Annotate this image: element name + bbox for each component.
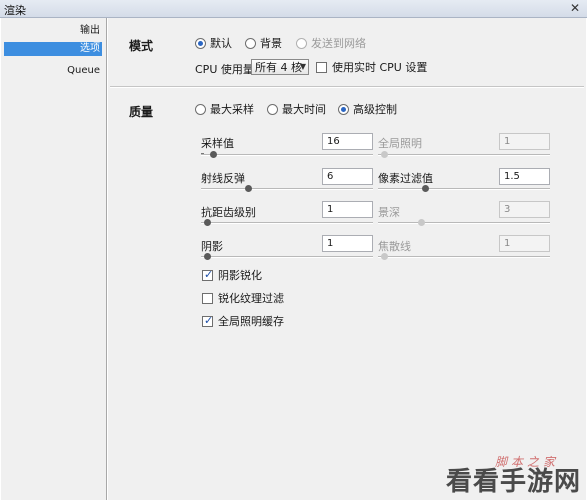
samples-label: 采样值 — [201, 137, 234, 150]
pixel-filter-slider[interactable] — [378, 184, 550, 194]
slider-thumb[interactable] — [204, 219, 211, 226]
realtime-cpu-checkbox[interactable]: 使用实时 CPU 设置 — [316, 59, 427, 75]
slider-thumb[interactable] — [210, 151, 217, 158]
ray-bounce-slider[interactable] — [201, 184, 373, 194]
dof-field: 3 — [499, 201, 550, 218]
cpu-usage-value: 所有 4 核 — [255, 61, 302, 74]
watermark-text: 看看手游网 — [445, 467, 581, 497]
slider-track — [201, 256, 373, 258]
title-bar: 渲染 ✕ — [0, 0, 587, 18]
slider-track — [201, 222, 373, 224]
slider-track — [378, 256, 550, 258]
slider-thumb — [381, 253, 388, 260]
quality-section-label: 质量 — [129, 105, 154, 119]
radio-label: 发送到网络 — [311, 37, 366, 50]
quality-radio-advanced[interactable]: 高级控制 — [338, 101, 397, 117]
checkbox-label: 阴影锐化 — [218, 269, 262, 282]
sidebar: 输出 选项 Queue — [1, 18, 107, 500]
cpu-usage-select[interactable]: 所有 4 核 ▼ — [251, 59, 309, 75]
radio-dot — [296, 37, 307, 49]
radio-dot — [195, 103, 206, 115]
antialias-slider[interactable] — [201, 218, 373, 228]
radio-label: 最大时间 — [282, 103, 326, 116]
gi-slider — [378, 150, 550, 160]
slider-track — [378, 154, 550, 156]
antialias-field[interactable]: 1 — [322, 201, 373, 218]
checkbox-label: 全局照明缓存 — [218, 315, 284, 328]
radio-label: 高级控制 — [353, 103, 397, 116]
shadow-sharpen-checkbox[interactable]: 阴影锐化 — [202, 267, 262, 283]
radio-dot — [245, 37, 256, 49]
ray-bounce-field[interactable]: 6 — [322, 168, 373, 185]
sidebar-item-options[interactable]: 选项 — [4, 42, 102, 56]
checkbox-box — [202, 292, 213, 304]
slider-thumb — [381, 151, 388, 158]
cpu-usage-label: CPU 使用量 — [195, 63, 254, 76]
mode-radio-default[interactable]: 默认 — [195, 35, 232, 51]
slider-track — [201, 188, 373, 190]
watermark: 脚本之家 看看手游网 — [393, 454, 583, 498]
mode-section-label: 模式 — [129, 39, 154, 53]
shadow-field[interactable]: 1 — [322, 235, 373, 252]
pixel-filter-field[interactable]: 1.5 — [499, 168, 550, 185]
sharpen-texture-filter-checkbox[interactable]: 锐化纹理过滤 — [202, 290, 284, 306]
dof-slider — [378, 218, 550, 228]
checkbox-label: 使用实时 CPU 设置 — [332, 61, 428, 74]
radio-dot — [267, 103, 278, 115]
slider-track — [378, 188, 550, 190]
slider-track — [201, 154, 373, 156]
window-title: 渲染 — [4, 4, 26, 17]
slider-thumb — [418, 219, 425, 226]
quality-radio-max-samples[interactable]: 最大采样 — [195, 101, 254, 117]
caustics-field: 1 — [499, 235, 550, 252]
shadow-slider[interactable] — [201, 252, 373, 262]
quality-radio-max-time[interactable]: 最大时间 — [267, 101, 326, 117]
close-icon[interactable]: ✕ — [567, 1, 583, 16]
gi-field: 1 — [499, 133, 550, 150]
gi-label: 全局照明 — [378, 137, 422, 150]
slider-track — [378, 222, 550, 224]
radio-label: 最大采样 — [210, 103, 254, 116]
slider-thumb[interactable] — [204, 253, 211, 260]
checkbox-box — [202, 268, 213, 281]
gi-cache-checkbox[interactable]: 全局照明缓存 — [202, 313, 284, 329]
radio-dot — [195, 37, 206, 49]
checkbox-label: 锐化纹理过滤 — [218, 292, 284, 305]
samples-slider[interactable] — [201, 150, 373, 160]
mode-radio-background[interactable]: 背景 — [245, 35, 282, 51]
caustics-slider — [378, 252, 550, 262]
radio-label: 背景 — [260, 37, 282, 50]
radio-dot — [338, 103, 349, 115]
section-divider — [110, 86, 584, 88]
sidebar-item-output[interactable]: 输出 — [4, 24, 102, 38]
slider-thumb[interactable] — [245, 185, 252, 192]
sidebar-item-queue[interactable]: Queue — [4, 64, 102, 78]
chevron-down-icon: ▼ — [299, 62, 306, 71]
checkbox-box — [202, 314, 213, 327]
checkbox-box — [316, 61, 327, 73]
samples-field[interactable]: 16 — [322, 133, 373, 150]
slider-thumb[interactable] — [422, 185, 429, 192]
radio-label: 默认 — [210, 37, 232, 50]
mode-radio-network: 发送到网络 — [296, 35, 366, 51]
